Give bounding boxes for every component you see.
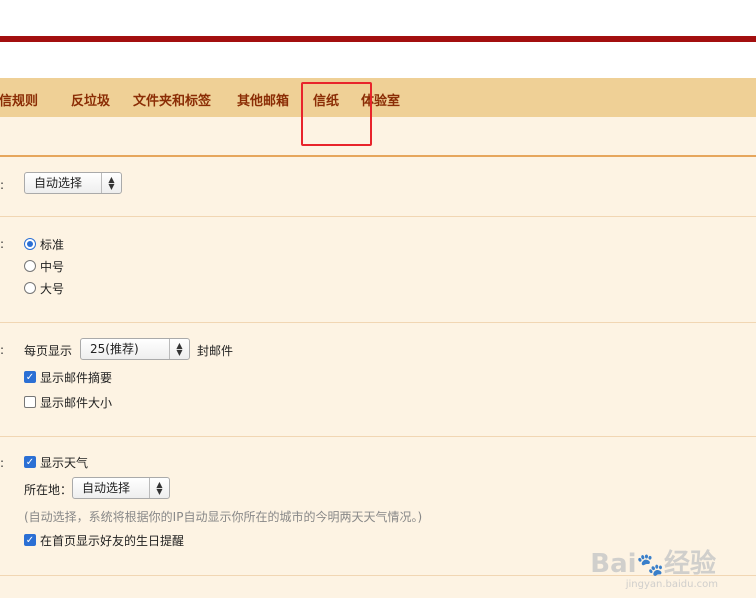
section4-colon: : <box>0 456 5 470</box>
radio-large-label: 大号 <box>40 282 65 296</box>
show-summary-checkbox[interactable]: ✓ <box>24 371 36 383</box>
auto-select-value: 自动选择 <box>34 176 83 190</box>
header-red-line <box>0 36 756 42</box>
birthday-reminder-checkbox[interactable]: ✓ <box>24 534 36 546</box>
per-page-value: 25(推荐) <box>90 342 139 356</box>
radio-standard[interactable] <box>24 238 36 250</box>
location-label: 所在地： <box>24 483 73 497</box>
divider <box>0 216 756 217</box>
radio-large[interactable] <box>24 282 36 294</box>
tab-other-mailboxes[interactable]: 其他邮箱 <box>237 78 289 117</box>
baidu-jingyan-watermark: Bai🐾经验 jingyan.baidu.com <box>590 543 718 590</box>
tab-folders-labels[interactable]: 文件夹和标签 <box>133 78 211 117</box>
divider <box>0 322 756 323</box>
location-value: 自动选择 <box>82 481 131 495</box>
section3-colon: : <box>0 343 5 357</box>
show-weather-checkbox[interactable]: ✓ <box>24 456 36 468</box>
divider <box>0 436 756 437</box>
weather-hint: (自动选择，系统将根据你的IP自动显示你所在的城市的今明两天天气情况。) <box>24 510 423 524</box>
updown-arrows-icon: ▲ ▼ <box>149 478 169 498</box>
radio-medium-label: 中号 <box>40 260 65 274</box>
section1-colon: : <box>0 178 5 192</box>
updown-arrows-icon: ▲ ▼ <box>169 339 189 359</box>
show-size-checkbox[interactable] <box>24 396 36 408</box>
show-weather-label: 显示天气 <box>40 456 89 470</box>
radio-standard-label: 标准 <box>40 238 65 252</box>
highlight-box <box>301 82 372 146</box>
birthday-reminder-label: 在首页显示好友的生日提醒 <box>40 534 185 548</box>
per-page-prefix: 每页显示 <box>24 344 73 358</box>
location-dropdown[interactable]: 自动选择 ▲ ▼ <box>72 477 170 499</box>
settings-tab-bar: 收信规则 反垃圾 文件夹和标签 其他邮箱 信纸 体验室 <box>0 78 756 117</box>
per-page-suffix: 封邮件 <box>197 344 234 358</box>
per-page-dropdown[interactable]: 25(推荐) ▲ ▼ <box>80 338 190 360</box>
paw-icon: 🐾 <box>636 553 664 578</box>
top-header <box>0 0 756 78</box>
settings-content: : 自动选择 ▲ ▼ : 标准 中号 大号 : 每页显示 25(推荐) ▲ ▼ 封邮… <box>0 157 756 598</box>
watermark-brand-cn: 经验 <box>663 549 716 579</box>
show-summary-label: 显示邮件摘要 <box>40 371 113 385</box>
watermark-brand: Bai <box>590 549 637 579</box>
show-size-label: 显示邮件大小 <box>40 396 113 410</box>
tab-anti-spam[interactable]: 反垃圾 <box>71 78 110 117</box>
section2-colon: : <box>0 237 5 251</box>
tab-subbar <box>0 117 756 156</box>
watermark-url: jingyan.baidu.com <box>625 579 718 590</box>
radio-medium[interactable] <box>24 260 36 272</box>
tab-mail-rules[interactable]: 收信规则 <box>0 78 38 117</box>
updown-arrows-icon: ▲ ▼ <box>101 173 121 193</box>
auto-select-dropdown[interactable]: 自动选择 ▲ ▼ <box>24 172 122 194</box>
